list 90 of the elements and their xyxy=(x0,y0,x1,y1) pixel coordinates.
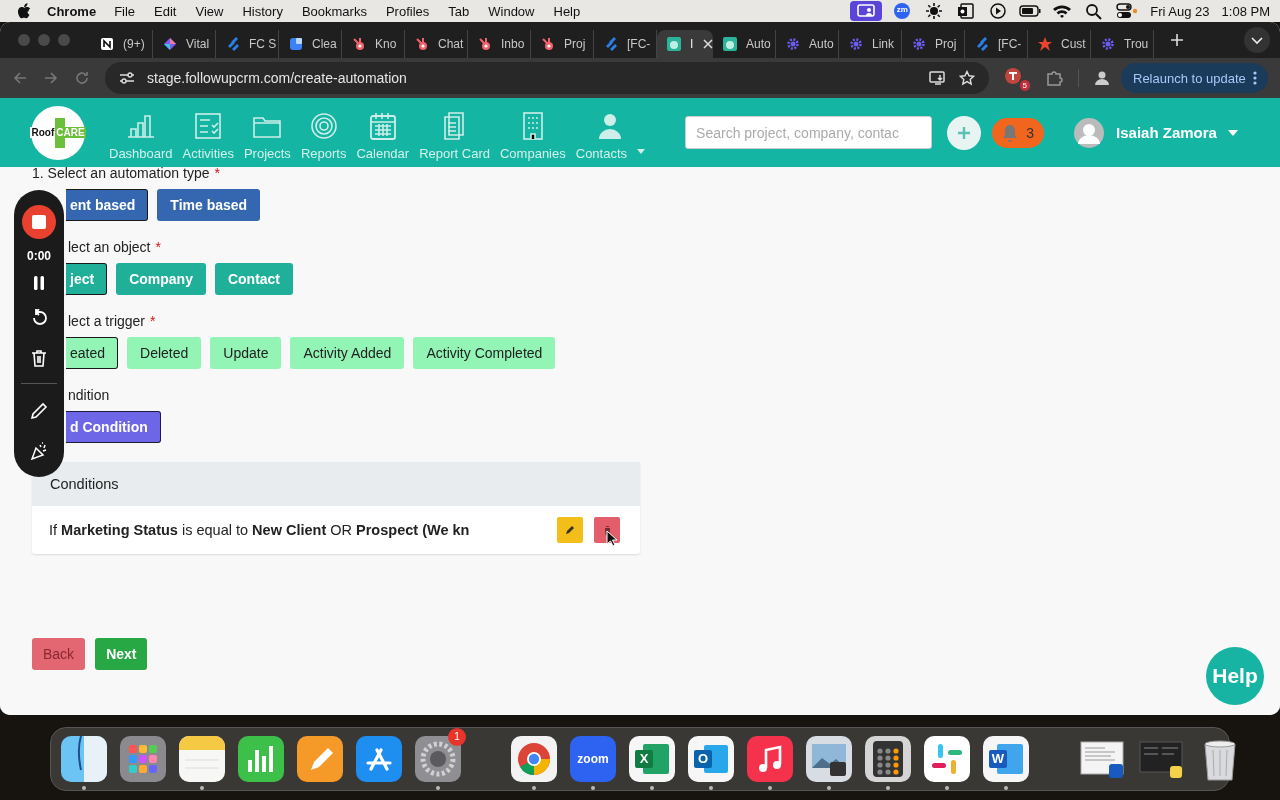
menu-item[interactable]: Tab xyxy=(448,3,470,19)
bell-icon xyxy=(1002,123,1019,142)
favicon-icon xyxy=(1037,36,1053,52)
favicon-icon xyxy=(666,36,682,52)
favicon-icon xyxy=(351,36,367,52)
logo-text: CARE xyxy=(55,127,86,138)
favicon-icon xyxy=(848,36,864,52)
app-menu[interactable]: Chrome xyxy=(47,3,97,19)
music-app-icon[interactable] xyxy=(747,736,793,790)
menu-item[interactable]: History xyxy=(242,3,283,19)
favicon-icon xyxy=(785,36,801,52)
menu-item[interactable]: Profiles xyxy=(385,3,430,19)
preview-app-icon[interactable] xyxy=(806,736,852,790)
calculator-app-icon[interactable] xyxy=(865,736,911,790)
close-icon[interactable] xyxy=(703,39,713,49)
field-label: ndition xyxy=(68,387,110,403)
time-text: 1:08 PM xyxy=(1221,3,1270,19)
pause-icon[interactable] xyxy=(33,276,45,290)
edit-button[interactable] xyxy=(557,517,583,543)
trash-icon[interactable] xyxy=(31,349,47,367)
option-button[interactable]: Activity Added xyxy=(290,337,405,369)
favicon-icon xyxy=(1100,36,1116,52)
option-button[interactable]: ent based xyxy=(66,189,149,221)
badge-count: 5 xyxy=(1019,80,1030,91)
field-label: lect a trigger xyxy=(68,313,146,329)
pencil-icon[interactable] xyxy=(30,402,48,420)
address-bar[interactable]: stage.followupcrm.com/create-automation xyxy=(105,62,989,94)
required-mark: * xyxy=(155,239,161,255)
avatar-icon xyxy=(1074,117,1105,148)
reload-icon[interactable] xyxy=(74,70,90,86)
card-title: Conditions xyxy=(32,462,640,506)
option-button[interactable]: Activity Completed xyxy=(413,337,556,369)
menu-item[interactable]: View xyxy=(195,3,224,19)
option-button[interactable]: Deleted xyxy=(127,337,202,369)
favicon-icon xyxy=(414,36,430,52)
sparkle-icon[interactable] xyxy=(30,442,48,460)
more-icon[interactable] xyxy=(1252,70,1257,86)
browser-tab[interactable]: I xyxy=(657,30,713,58)
notes-app-icon[interactable] xyxy=(179,736,225,790)
menu-item[interactable]: Help xyxy=(553,3,581,19)
caret-icon xyxy=(637,148,646,154)
logo[interactable]: Roof CARE xyxy=(31,105,85,160)
field-label: 1. Select an automation type xyxy=(32,165,210,181)
field-label: lect an object xyxy=(68,239,151,255)
forward-icon[interactable] xyxy=(43,70,59,86)
relaunch-button[interactable]: Relaunch to update xyxy=(1121,63,1268,93)
favicon-icon xyxy=(162,36,178,52)
menu-item[interactable]: Edit xyxy=(154,3,177,19)
caret-icon xyxy=(1227,129,1238,136)
favicon-icon xyxy=(288,36,304,52)
stop-record-icon[interactable] xyxy=(22,205,56,239)
add-condition-button[interactable]: d Condition xyxy=(66,411,161,443)
menu-item[interactable]: Bookmarks xyxy=(301,3,367,19)
option-button[interactable]: Update xyxy=(210,337,282,369)
control-icon[interactable] xyxy=(1114,1,1139,21)
favicon-icon xyxy=(477,36,493,52)
favicon-icon xyxy=(911,36,927,52)
bookmark-star-icon[interactable] xyxy=(959,70,975,86)
apple-icon[interactable] xyxy=(17,3,31,19)
condition-text: If Marketing Status is equal to New Client OR Prospect (We kn xyxy=(49,522,470,538)
screen-share-icon[interactable] xyxy=(850,1,883,21)
puzzle-icon[interactable] xyxy=(1045,69,1063,87)
option-button[interactable]: eated xyxy=(66,337,119,369)
timer-text: 0:00 xyxy=(27,249,51,263)
pencil-icon xyxy=(565,525,575,535)
logo-text: Roof xyxy=(30,127,56,138)
site-settings-icon xyxy=(119,71,135,85)
notifications-button[interactable]: 3 xyxy=(992,117,1045,148)
extension-icon[interactable] xyxy=(1004,67,1022,85)
finder-app-icon[interactable] xyxy=(61,736,107,790)
menu-item[interactable]: File xyxy=(114,3,136,19)
date-text: Fri Aug 23 xyxy=(1150,3,1210,19)
slack-app-icon[interactable] xyxy=(924,736,970,790)
favicon-icon xyxy=(99,36,115,52)
favicon-icon xyxy=(722,36,738,52)
search-field[interactable]: Search project, company, contac xyxy=(685,116,933,149)
profile-icon[interactable] xyxy=(1094,70,1110,86)
chrome-app-icon[interactable] xyxy=(511,736,557,790)
chevron-down-icon[interactable] xyxy=(1244,27,1270,53)
mouse-cursor-icon xyxy=(606,530,618,547)
back-icon[interactable] xyxy=(12,70,28,86)
option-button[interactable]: Time based xyxy=(157,189,261,221)
badge-count: 1 xyxy=(448,728,466,746)
required-mark: * xyxy=(150,313,156,329)
restart-icon[interactable] xyxy=(30,309,48,327)
required-mark: * xyxy=(214,165,220,181)
install-icon[interactable] xyxy=(929,70,947,86)
new-tab-icon[interactable] xyxy=(1170,33,1184,47)
favicon-icon xyxy=(540,36,556,52)
menu-item[interactable]: Window xyxy=(488,3,535,19)
